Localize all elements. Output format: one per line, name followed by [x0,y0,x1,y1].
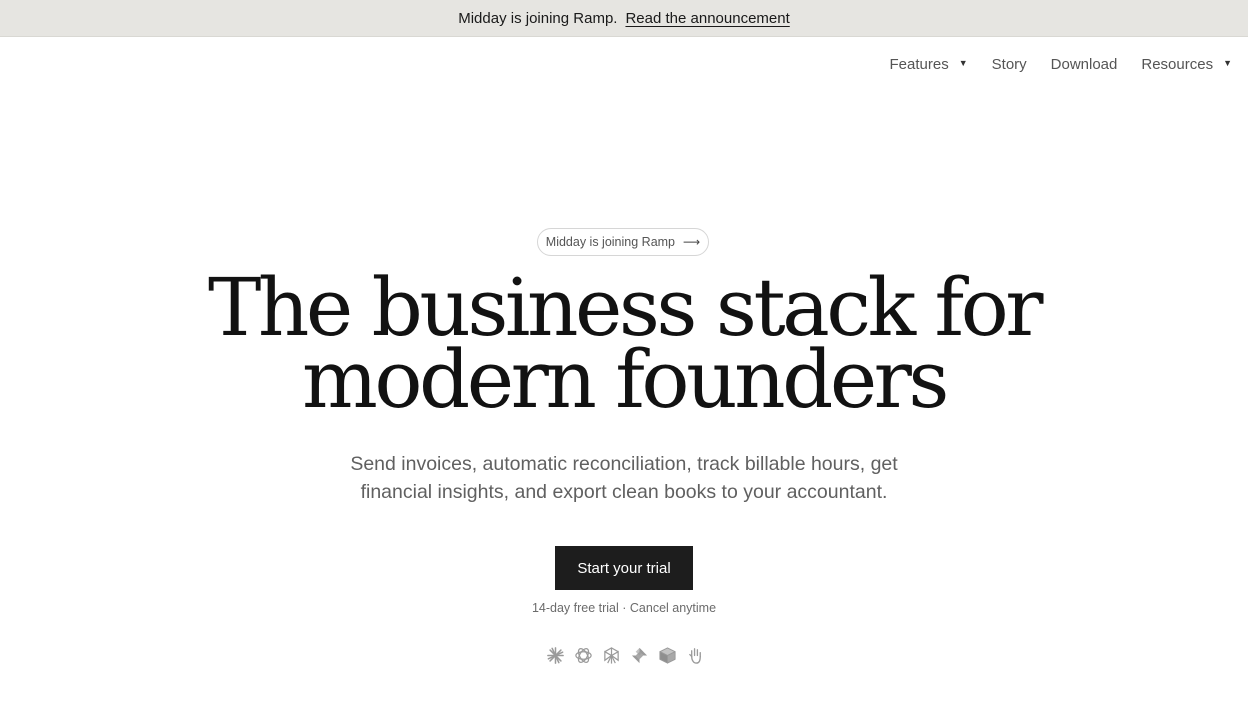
nav-label-download: Download [1050,55,1118,73]
main-nav: Features ▼ Story Download Resources ▼ [890,53,1232,75]
announcement-pill[interactable]: Midday is joining Ramp ⟶ [537,228,709,256]
pill-label: Midday is joining Ramp [545,235,676,249]
banner-message: Midday is joining Ramp. [458,9,618,27]
nav-item-download[interactable]: Download [1051,56,1118,73]
arrow-right-icon: ⟶ [683,235,701,249]
nav-item-features[interactable]: Features ▼ [890,56,968,73]
integration-logos [545,645,713,665]
nav-label-features: Features [889,55,949,73]
cube-icon [657,645,677,665]
announcement-banner: Midday is joining Ramp. Read the announc… [0,0,1248,37]
caret-down-icon: ▼ [1223,58,1232,68]
raycast-icon [629,645,649,665]
nav-item-resources[interactable]: Resources ▼ [1141,56,1232,73]
hero-headline: The business stack for modern founders [0,268,1248,426]
hero-subtitle: Send invoices, automatic reconciliation,… [350,453,898,503]
nav-label-resources: Resources [1141,55,1214,73]
trial-note: 14-day free trial · Cancel anytime [531,601,717,615]
headline-line-2: modern founders [302,333,949,426]
hand-icon [685,645,705,665]
start-trial-button[interactable]: Start your trial [555,546,693,590]
announcement-link[interactable]: Read the announcement [625,10,789,27]
nav-item-story[interactable]: Story [992,56,1027,73]
nav-label-story: Story [991,55,1027,73]
perplexity-icon [601,645,621,665]
caret-down-icon: ▼ [958,58,968,68]
claude-icon [545,645,565,665]
openai-icon [573,645,593,665]
